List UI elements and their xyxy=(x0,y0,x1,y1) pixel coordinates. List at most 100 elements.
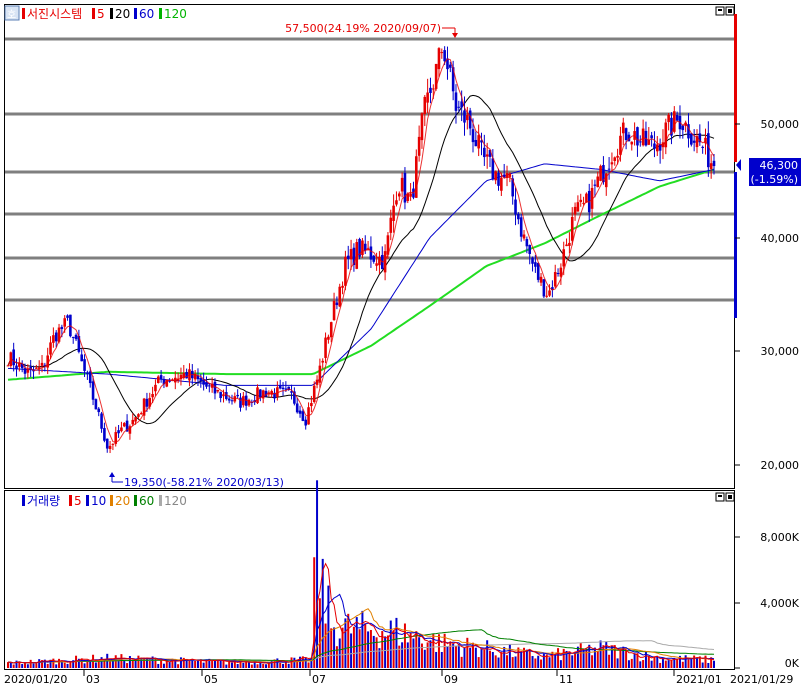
candle-body xyxy=(312,385,316,403)
volume-bar xyxy=(576,646,579,668)
candle-body xyxy=(230,400,234,402)
x-label: 2021/01 xyxy=(676,673,722,686)
candle-body xyxy=(440,52,444,54)
candle-body xyxy=(103,428,106,441)
candle-body xyxy=(383,251,387,273)
candle-body xyxy=(494,171,497,181)
candle-body xyxy=(667,114,670,123)
candle-body xyxy=(650,135,653,139)
volume-bar xyxy=(250,664,253,668)
candle-body xyxy=(105,438,109,449)
candle-body xyxy=(508,173,512,177)
vol-tick-label: 8,000K xyxy=(760,531,799,544)
candle-body xyxy=(528,244,532,254)
candle-body xyxy=(145,398,149,407)
volume-bar xyxy=(588,644,591,668)
volume-bar xyxy=(540,659,543,668)
candle-body xyxy=(675,115,679,121)
volume-axis: 8,000K 4,000K 0K xyxy=(735,531,800,670)
volume-bar xyxy=(330,628,333,668)
candle-body xyxy=(318,365,322,383)
volume-bar xyxy=(83,663,86,668)
x-label: 11 xyxy=(559,673,573,686)
volume-bar xyxy=(602,645,605,668)
volume-bar xyxy=(514,656,517,668)
volume-bar xyxy=(94,662,97,668)
volume-bar xyxy=(364,623,367,668)
ma5-marker xyxy=(92,8,95,19)
candle-body xyxy=(54,332,58,342)
volume-bar xyxy=(670,659,673,668)
volume-bar xyxy=(469,647,472,668)
candle-body xyxy=(437,48,441,70)
candle-body xyxy=(638,141,642,143)
volume-bar xyxy=(168,661,171,668)
candle-body xyxy=(409,193,412,197)
volume-bar xyxy=(213,660,216,668)
candle-body xyxy=(341,285,344,288)
candle-body xyxy=(88,371,92,384)
candle-body xyxy=(338,286,342,307)
volume-bar xyxy=(12,664,15,668)
candle-body xyxy=(709,163,713,169)
vol-ma10-marker xyxy=(86,495,89,506)
volume-bar xyxy=(542,653,545,668)
volume-bar xyxy=(642,660,645,668)
volume-bar xyxy=(596,651,599,668)
candle-body xyxy=(573,206,577,215)
volume-bar xyxy=(616,658,619,668)
candle-body xyxy=(474,139,478,147)
volume-bar xyxy=(24,662,27,668)
candle-body xyxy=(692,140,696,143)
candle-body xyxy=(568,242,571,246)
price-panel-frame xyxy=(4,4,735,489)
volume-bar xyxy=(219,660,222,668)
candle-body xyxy=(52,335,55,343)
candle-body xyxy=(332,300,336,321)
candle-body xyxy=(23,368,27,374)
volume-bar xyxy=(109,661,112,668)
candle-body xyxy=(389,217,393,233)
volume-bar xyxy=(179,657,182,668)
volume-bar xyxy=(627,660,630,668)
volume-bar xyxy=(174,660,177,668)
legend-corner-button-label: 호 xyxy=(7,9,16,21)
volume-bar xyxy=(265,664,268,668)
candle-body xyxy=(593,184,597,186)
volume-bar xyxy=(695,658,698,668)
candle-body xyxy=(151,394,154,398)
volume-bar xyxy=(713,660,715,668)
volume-bar xyxy=(508,644,511,668)
current-price: 46,300 xyxy=(760,159,799,172)
volume-bar xyxy=(463,647,466,668)
volume-bar xyxy=(452,643,455,668)
candle-body xyxy=(414,156,418,198)
candle-body xyxy=(514,199,517,215)
candle-body xyxy=(259,389,262,398)
volume-bar xyxy=(46,663,49,668)
candle-body xyxy=(66,315,69,318)
candle-body xyxy=(655,144,659,152)
volume-bar xyxy=(369,629,372,668)
volume-bar xyxy=(412,638,415,668)
volume-bar xyxy=(426,642,429,668)
candle-body xyxy=(426,92,429,103)
volume-minimize-bar xyxy=(718,495,722,497)
volume-bar xyxy=(548,657,551,668)
x-label: 2020/01/20 xyxy=(4,673,67,686)
volume-bar xyxy=(707,662,710,668)
candle-body xyxy=(522,234,526,239)
volume-bar xyxy=(114,655,117,668)
vol-ma60-marker xyxy=(134,495,137,506)
volume-bar xyxy=(593,647,596,668)
x-label: 03 xyxy=(86,673,100,686)
price-minimize-bar xyxy=(718,9,722,11)
volume-bar xyxy=(350,633,353,668)
candle-body xyxy=(531,257,534,264)
volume-bar xyxy=(60,661,63,668)
candle-body xyxy=(137,414,140,417)
candle-body xyxy=(466,115,469,121)
volume-bar xyxy=(38,659,41,668)
candle-body xyxy=(156,376,160,384)
volume-bar xyxy=(525,649,528,668)
